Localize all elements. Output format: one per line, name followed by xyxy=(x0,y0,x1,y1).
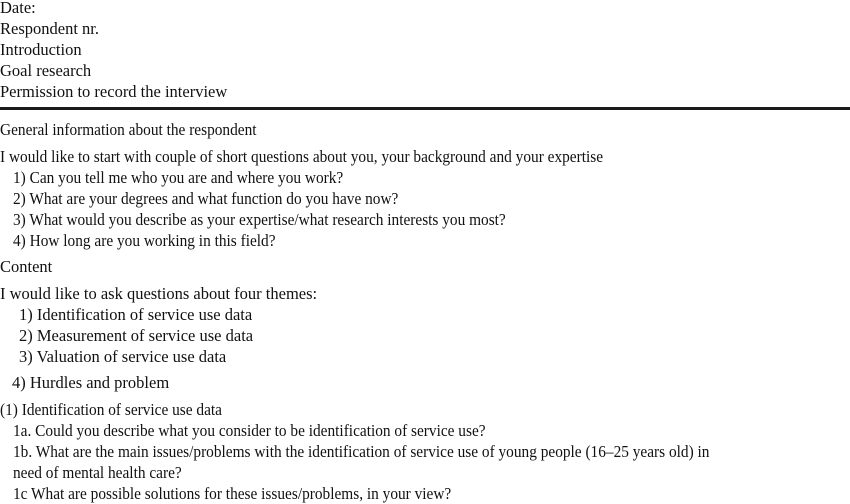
question-1b-continued: need of mental health care? xyxy=(13,463,182,482)
content-theme-4: 4) Hurdles and problem xyxy=(12,373,170,392)
general-question-2: 2) What are your degrees and what functi… xyxy=(13,189,399,208)
goal-label: Goal research xyxy=(0,61,92,80)
divider-rule xyxy=(0,107,850,110)
permission-label: Permission to record the interview xyxy=(0,82,228,101)
content-heading: Content xyxy=(0,257,53,276)
content-theme-1: 1) Identification of service use data xyxy=(19,305,253,324)
general-question-3: 3) What would you describe as your exper… xyxy=(13,210,506,229)
content-theme-2: 2) Measurement of service use data xyxy=(19,326,254,345)
introduction-label: Introduction xyxy=(0,40,82,59)
content-intro: I would like to ask questions about four… xyxy=(0,284,318,303)
content-theme-3: 3) Valuation of service use data xyxy=(19,347,227,366)
question-1c: 1c What are possible solutions for these… xyxy=(13,484,452,503)
general-question-4: 4) How long are you working in this fiel… xyxy=(13,231,276,250)
general-question-1: 1) Can you tell me who you are and where… xyxy=(13,168,344,187)
respondent-label: Respondent nr. xyxy=(0,19,99,38)
question-1b: 1b. What are the main issues/problems wi… xyxy=(13,442,710,461)
general-intro: I would like to start with couple of sho… xyxy=(0,147,604,166)
section1-heading: (1) Identification of service use data xyxy=(0,400,222,419)
general-heading: General information about the respondent xyxy=(0,120,257,139)
date-label: Date: xyxy=(0,0,36,17)
question-1a: 1a. Could you describe what you consider… xyxy=(13,421,486,440)
